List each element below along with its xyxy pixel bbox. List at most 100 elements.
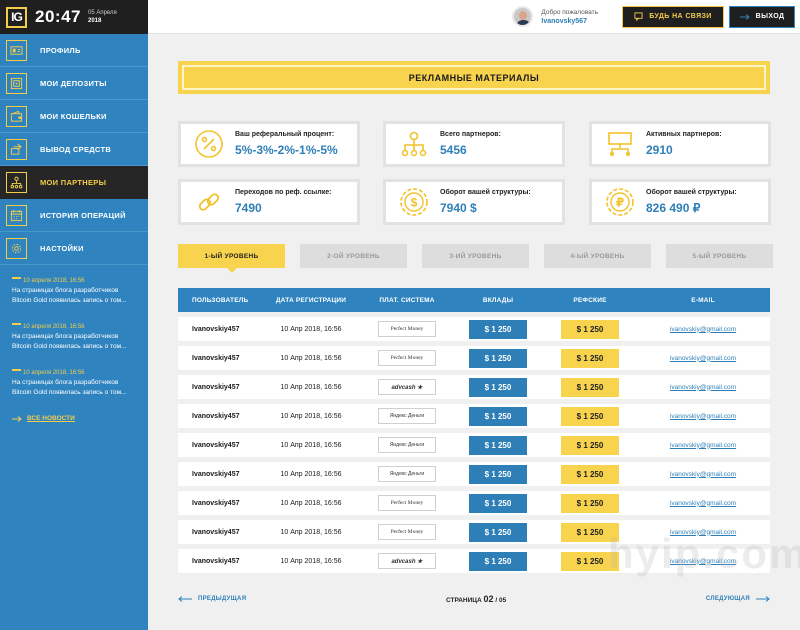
cell-user[interactable]: Ivanovskiy457 xyxy=(178,558,260,565)
column-header[interactable]: ДАТА РЕГИСТРАЦИИ xyxy=(260,297,362,304)
cell-email: ivanovskiy@gmail.com xyxy=(636,471,770,478)
cell-user[interactable]: Ivanovskiy457 xyxy=(178,355,260,362)
deposit-amount: $ 1 250 xyxy=(469,377,527,397)
contact-button[interactable]: БУДЬ НА СВЯЗИ xyxy=(622,5,724,28)
email-link[interactable]: ivanovskiy@gmail.com xyxy=(670,384,736,391)
next-page-button[interactable]: СЛЕДУЮЩАЯ xyxy=(706,596,770,602)
sidebar-item-partners[interactable]: МОИ ПАРТНЕРЫ xyxy=(0,166,148,199)
news-date: 10 апреля 2018, 16:56 xyxy=(23,278,85,284)
stat-label: Оборот вашей структуры: xyxy=(646,189,737,196)
tab-level-4[interactable]: 4-ЫЙ УРОВЕНЬ xyxy=(544,244,651,268)
cell-deposit: $ 1 250 xyxy=(452,319,544,339)
sidebar-item-history[interactable]: ИСТОРИЯ ОПЕРАЦИЙ xyxy=(0,199,148,232)
column-header[interactable]: ПОЛЬЗОВАТЕЛЬ xyxy=(178,297,260,304)
cell-deposit: $ 1 250 xyxy=(452,551,544,571)
news-item[interactable]: 10 апреля 2018, 16:56 На страницах блога… xyxy=(12,369,136,398)
email-link[interactable]: ivanovskiy@gmail.com xyxy=(670,471,736,478)
ref-amount: $ 1 250 xyxy=(561,493,619,513)
top-bar-user: Добро пожаловать Ivanovsky567 БУДЬ НА СВ… xyxy=(148,0,800,34)
payment-system-logo: Яндекс Деньги xyxy=(378,466,436,482)
withdraw-icon xyxy=(6,138,27,160)
cell-payment: advcash ★ xyxy=(362,553,452,569)
news-item[interactable]: 10 апреля 2018, 16:56 На страницах блога… xyxy=(12,323,136,352)
hierarchy-icon xyxy=(401,131,427,157)
tab-level-1[interactable]: 1-ЫЙ УРОВЕНЬ xyxy=(178,244,285,273)
cell-user[interactable]: Ivanovskiy457 xyxy=(178,384,260,391)
sidebar-item-label: МОИ ПАРТНЕРЫ xyxy=(40,177,107,187)
cell-user[interactable]: Ivanovskiy457 xyxy=(178,413,260,420)
percent-icon xyxy=(195,130,223,158)
cell-user[interactable]: Ivanovskiy457 xyxy=(178,326,260,333)
tab-level-3[interactable]: 3-ИЙ УРОВЕНЬ xyxy=(422,244,529,268)
email-link[interactable]: ivanovskiy@gmail.com xyxy=(670,500,736,507)
cell-user[interactable]: Ivanovskiy457 xyxy=(178,529,260,536)
email-link[interactable]: ivanovskiy@gmail.com xyxy=(670,326,736,333)
table-row[interactable]: Ivanovskiy457 10 Апр 2018, 16:56 Perfect M… xyxy=(178,346,770,370)
arrow-left-icon xyxy=(178,596,192,602)
table-row[interactable]: Ivanovskiy457 10 Апр 2018, 16:56 advcash ★… xyxy=(178,549,770,573)
active-partners-icon xyxy=(608,132,632,156)
news-text-line: Bitcoin Gold появилась запись о том... xyxy=(12,343,127,350)
cell-ref: $ 1 250 xyxy=(544,435,636,455)
all-news-link[interactable]: ВСЕ НОВОСТИ xyxy=(12,415,136,422)
cell-email: ivanovskiy@gmail.com xyxy=(636,355,770,362)
username[interactable]: Ivanovsky567 xyxy=(541,17,598,26)
cell-email: ivanovskiy@gmail.com xyxy=(636,384,770,391)
sidebar-item-deposits[interactable]: МОИ ДЕПОЗИТЫ xyxy=(0,67,148,100)
stat-value: 826 490 ₽ xyxy=(646,201,701,215)
email-link[interactable]: ivanovskiy@gmail.com xyxy=(670,355,736,362)
email-link[interactable]: ivanovskiy@gmail.com xyxy=(670,413,736,420)
column-header[interactable]: РЕФСКИЕ xyxy=(544,297,636,304)
svg-text:₽: ₽ xyxy=(616,196,624,210)
safe-icon xyxy=(6,72,27,94)
sidebar-item-withdraw[interactable]: ВЫВОД СРЕДСТВ xyxy=(0,133,148,166)
news-item[interactable]: 10 апреля 2018, 16:56 На страницах блога… xyxy=(12,277,136,306)
table-row[interactable]: Ivanovskiy457 10 Апр 2018, 16:56 Perfect M… xyxy=(178,491,770,515)
top-bar-brand: IG 20:47 05 Апреля 2018 xyxy=(0,0,148,34)
sidebar-item-wallets[interactable]: МОИ КОШЕЛЬКИ xyxy=(0,100,148,133)
table-row[interactable]: Ivanovskiy457 10 Апр 2018, 16:56 Perfect M… xyxy=(178,317,770,341)
promo-banner[interactable]: РЕКЛАМНЫЕ МАТЕРИАЛЫ xyxy=(178,61,770,94)
prev-page-button[interactable]: ПРЕДЫДУЩАЯ xyxy=(178,596,246,602)
table-row[interactable]: Ivanovskiy457 10 Апр 2018, 16:56 Яндекс Де… xyxy=(178,462,770,486)
sidebar-item-profile[interactable]: ПРОФИЛЬ xyxy=(0,34,148,67)
table-row[interactable]: Ivanovskiy457 10 Апр 2018, 16:56 Perfect M… xyxy=(178,520,770,544)
cell-user[interactable]: Ivanovskiy457 xyxy=(178,500,260,507)
avatar[interactable] xyxy=(512,6,534,27)
stat-card-ref-clicks: Переходов по реф. ссылке: 7490 xyxy=(178,179,360,225)
cell-date: 10 Апр 2018, 16:56 xyxy=(280,412,342,420)
stat-card-active-partners: Активных партнеров: 2910 xyxy=(589,121,771,167)
table-row[interactable]: Ivanovskiy457 10 Апр 2018, 16:56 Яндекс Де… xyxy=(178,404,770,428)
sidebar-item-settings[interactable]: НАСТОЙКИ xyxy=(0,232,148,265)
logout-button[interactable]: ВЫХОД xyxy=(729,5,795,28)
cell-payment: Perfect Money xyxy=(362,321,452,337)
stat-card-turnover-rub: ₽ Оборот вашей структуры: 826 490 ₽ xyxy=(589,179,771,225)
sidebar: ПРОФИЛЬ МОИ ДЕПОЗИТЫ МОИ КОШЕЛЬКИ ВЫВОД … xyxy=(0,34,148,630)
payment-system-logo: advcash ★ xyxy=(378,553,436,569)
level-tabs: 1-ЫЙ УРОВЕНЬ 2-ОЙ УРОВЕНЬ 3-ИЙ УРОВЕНЬ 4… xyxy=(178,244,773,273)
tab-level-2[interactable]: 2-ОЙ УРОВЕНЬ xyxy=(300,244,407,268)
email-link[interactable]: ivanovskiy@gmail.com xyxy=(670,442,736,449)
email-link[interactable]: ivanovskiy@gmail.com xyxy=(670,558,736,565)
tab-level-5[interactable]: 5-ЫЙ УРОВЕНЬ xyxy=(666,244,773,268)
stat-card-total-partners: Всего партнеров: 5456 xyxy=(383,121,565,167)
table-body: Ivanovskiy457 10 Апр 2018, 16:56 Perfect M… xyxy=(178,317,770,573)
cell-payment: Яндекс Деньги xyxy=(362,408,452,424)
pagination: ПРЕДЫДУЩАЯ СТРАНИЦА 02 / 05 СЛЕДУЮЩАЯ xyxy=(178,594,770,604)
deposit-amount: $ 1 250 xyxy=(469,551,527,571)
total-pages: / 05 xyxy=(495,597,507,604)
cell-email: ivanovskiy@gmail.com xyxy=(636,558,770,565)
table-row[interactable]: Ivanovskiy457 10 Апр 2018, 16:56 Яндекс Де… xyxy=(178,433,770,457)
cell-user[interactable]: Ivanovskiy457 xyxy=(178,471,260,478)
column-header[interactable]: ПЛАТ. СИСТЕМА xyxy=(362,297,452,304)
payment-system-logo: Perfect Money xyxy=(378,495,436,511)
logo[interactable]: IG xyxy=(6,6,27,28)
cell-date: 10 Апр 2018, 16:56 xyxy=(280,325,342,333)
column-header[interactable]: ВКЛАДЫ xyxy=(452,297,544,304)
table-row[interactable]: Ivanovskiy457 10 Апр 2018, 16:56 advcash ★… xyxy=(178,375,770,399)
column-header[interactable]: E-MAIL xyxy=(636,297,770,304)
partners-table: ПОЛЬЗОВАТЕЛЬ ДАТА РЕГИСТРАЦИИ ПЛАТ. СИСТ… xyxy=(178,288,770,573)
promo-banner-title: РЕКЛАМНЫЕ МАТЕРИАЛЫ xyxy=(182,65,766,90)
cell-user[interactable]: Ivanovskiy457 xyxy=(178,442,260,449)
email-link[interactable]: ivanovskiy@gmail.com xyxy=(670,529,736,536)
